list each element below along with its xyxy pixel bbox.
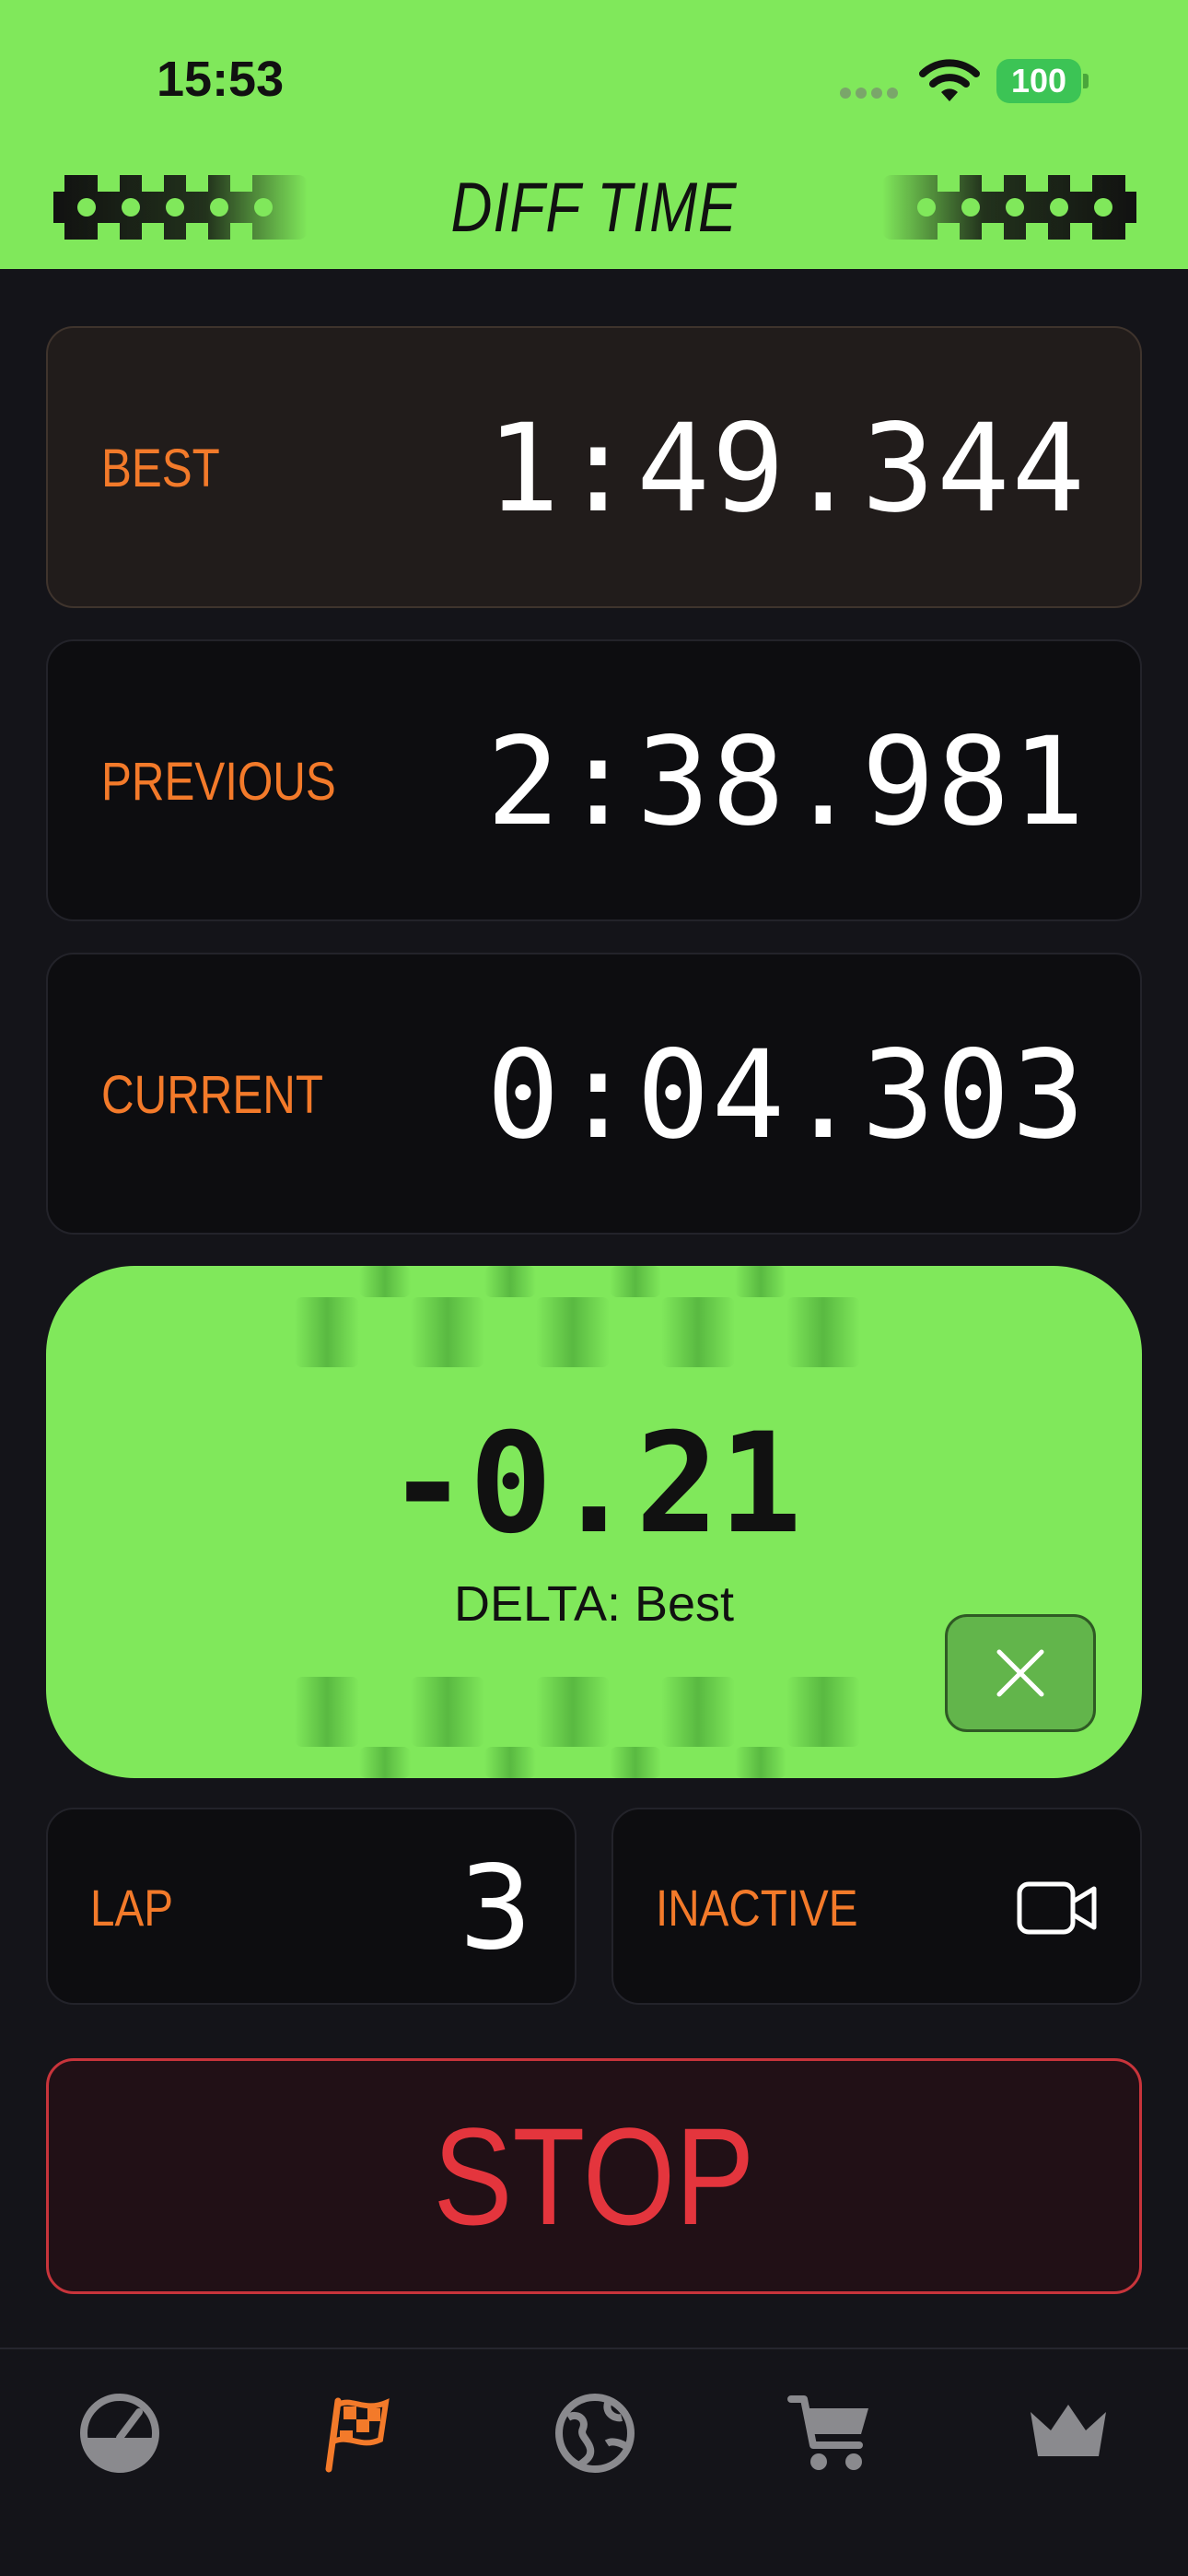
checkered-pattern-icon [295,1266,860,1367]
tab-premium[interactable] [1013,2392,1124,2484]
globe-icon [555,2394,635,2473]
video-camera-icon[interactable] [1017,1879,1098,1937]
close-icon [996,1649,1044,1697]
tab-race[interactable] [302,2392,413,2484]
lap-value: 3 [458,1840,532,1975]
cart-icon [787,2395,868,2470]
app-header: 15:53 100 DIFF TIME [0,0,1188,269]
delta-value: -0.21 [386,1404,802,1564]
lap-label: LAP [90,1879,173,1937]
best-time-card: BEST 1:49.344 [46,326,1142,608]
status-time: 15:53 [157,52,285,107]
speedometer-icon [80,2394,159,2473]
current-time-card: CURRENT 0:04.303 [46,953,1142,1235]
cellular-signal-icon [840,85,903,102]
stop-button[interactable]: STOP [46,2058,1142,2294]
previous-time-card: PREVIOUS 2:38.981 [46,639,1142,921]
battery-tip [1083,74,1089,88]
wifi-icon [919,59,980,101]
tab-dashboard[interactable] [64,2392,175,2484]
checkered-pattern-icon [882,175,1136,240]
tab-bar [0,2348,1188,2576]
best-time-value: 1:49.344 [486,398,1087,540]
previous-time-label: PREVIOUS [101,752,336,812]
current-time-label: CURRENT [101,1065,324,1125]
best-time-label: BEST [101,439,220,498]
battery-level: 100 [996,59,1081,103]
tab-shop[interactable] [775,2392,886,2484]
checkered-pattern-icon [295,1677,860,1778]
camera-card[interactable]: INACTIVE [611,1808,1142,2005]
current-time-value: 0:04.303 [486,1025,1087,1166]
crown-icon [1031,2405,1106,2456]
camera-status-label: INACTIVE [656,1879,858,1937]
dismiss-delta-button[interactable] [945,1614,1096,1732]
previous-time-value: 2:38.981 [486,711,1087,853]
stop-button-label: STOP [433,2099,755,2254]
lap-card: LAP 3 [46,1808,577,2005]
delta-panel: -0.21 DELTA: Best [46,1266,1142,1778]
tab-tracks[interactable] [540,2392,650,2484]
racing-flag-icon [325,2397,390,2473]
